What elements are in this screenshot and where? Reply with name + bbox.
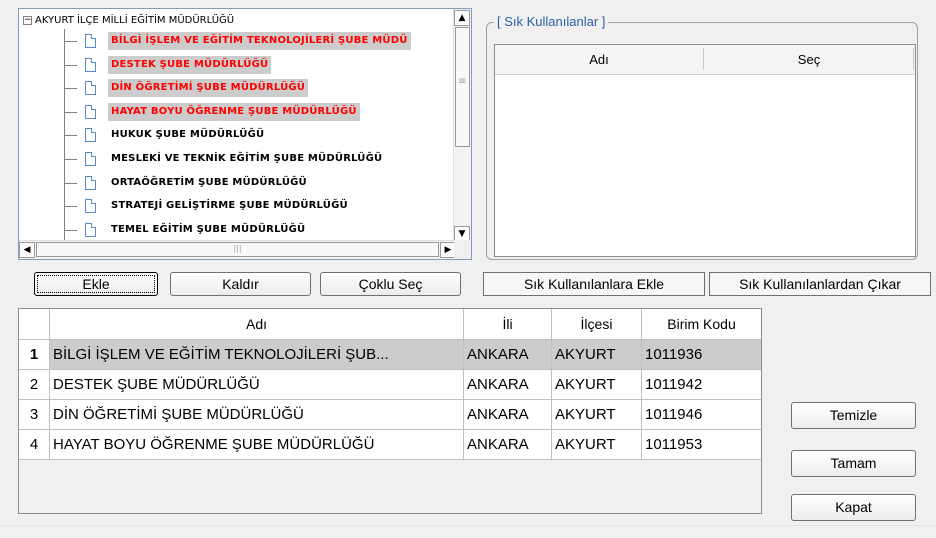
- grid-corner-header: [19, 309, 50, 340]
- add-to-favorites-button[interactable]: Sık Kullanılanlara Ekle: [483, 272, 705, 296]
- scroll-left-icon[interactable]: ◀: [19, 242, 35, 258]
- scroll-up-icon[interactable]: ▲: [454, 10, 470, 26]
- tree-item[interactable]: ORTAÖĞRETİM ŞUBE MÜDÜRLÜĞÜ: [108, 174, 310, 192]
- close-button-label: Kapat: [835, 499, 872, 515]
- remove-from-favorites-label: Sık Kullanılanlardan Çıkar: [739, 276, 901, 292]
- grid-header-province[interactable]: İli: [464, 309, 552, 340]
- favorites-title: [ Sık Kullanılanlar ]: [494, 13, 609, 31]
- row-number[interactable]: 1: [19, 340, 50, 370]
- remove-button[interactable]: Kaldır: [170, 272, 311, 296]
- tree-branch-line: [65, 64, 77, 66]
- ok-button[interactable]: Tamam: [791, 450, 916, 477]
- column-divider: [913, 48, 914, 70]
- tree-branch-line: [65, 41, 77, 42]
- favorites-col-select[interactable]: Seç: [704, 45, 914, 74]
- document-icon: [85, 81, 96, 96]
- document-icon: [85, 222, 96, 237]
- document-icon: [85, 104, 96, 119]
- table-row[interactable]: 3 DİN ÖĞRETİMİ ŞUBE MÜDÜRLÜĞÜ ANKARA AKYURT…: [19, 400, 761, 430]
- document-icon: [85, 34, 96, 48]
- table-row[interactable]: 4 HAYAT BOYU ÖĞRENME ŞUBE MÜDÜRLÜĞÜ ANKARA…: [19, 430, 761, 460]
- ok-button-label: Tamam: [830, 455, 877, 471]
- selected-units-grid[interactable]: Adı İli İlçesi Birim Kodu 1 BİLGİ İŞLEM V…: [18, 308, 762, 514]
- multi-select-button-label: Çoklu Seç: [358, 276, 423, 292]
- close-button[interactable]: Kapat: [791, 494, 916, 521]
- tree-item[interactable]: HUKUK ŞUBE MÜDÜRLÜĞÜ: [108, 126, 267, 144]
- document-icon: [85, 57, 96, 72]
- tree-item[interactable]: BİLGİ İŞLEM VE EĞİTİM TEKNOLOJİLERİ ŞUBE…: [108, 32, 411, 50]
- grid-cell-unit-code[interactable]: 1011946: [642, 400, 761, 430]
- tree-vertical-scrollbar[interactable]: ▲ ▼: [453, 9, 471, 242]
- row-number[interactable]: 4: [19, 430, 50, 460]
- grid-cell-unit-code[interactable]: 1011936: [642, 340, 761, 370]
- tree-item[interactable]: TEMEL EĞİTİM ŞUBE MÜDÜRLÜĞÜ: [108, 221, 308, 239]
- table-row[interactable]: 1 BİLGİ İŞLEM VE EĞİTİM TEKNOLOJİLERİ ŞUB…: [19, 340, 761, 370]
- tree-item[interactable]: STRATEJİ GELİŞTİRME ŞUBE MÜDÜRLÜĞÜ: [108, 197, 351, 215]
- tree-branch-line: [65, 206, 77, 208]
- grid-cell-district[interactable]: AKYURT: [552, 370, 642, 400]
- tree-branch-line: [65, 159, 77, 160]
- scroll-thumb[interactable]: [455, 27, 470, 147]
- add-button[interactable]: Ekle: [34, 272, 158, 296]
- grid-cell-district[interactable]: AKYURT: [552, 430, 642, 460]
- table-row[interactable]: 2 DESTEK ŞUBE MÜDÜRLÜĞÜ ANKARA AKYURT 101194…: [19, 370, 761, 400]
- document-icon: [85, 152, 96, 166]
- tree-branch-line: [65, 229, 77, 231]
- tree-connector-line: [64, 29, 65, 249]
- remove-from-favorites-button[interactable]: Sık Kullanılanlardan Çıkar: [709, 272, 931, 296]
- window-bottom-edge: [0, 525, 936, 538]
- grid-cell-unit-code[interactable]: 1011953: [642, 430, 761, 460]
- grid-cell-unit-code[interactable]: 1011942: [642, 370, 761, 400]
- favorites-header: Adı Seç: [495, 45, 915, 75]
- unit-tree[interactable]: − AKYURT İLÇE MİLLİ EĞİTİM MÜDÜRLÜĞÜ BİLG…: [18, 8, 472, 260]
- favorites-table[interactable]: Adı Seç: [494, 44, 916, 257]
- grid-cell-name[interactable]: DESTEK ŞUBE MÜDÜRLÜĞÜ: [50, 370, 464, 400]
- add-to-favorites-label: Sık Kullanılanlara Ekle: [523, 276, 665, 292]
- grid-cell-name[interactable]: BİLGİ İŞLEM VE EĞİTİM TEKNOLOJİLERİ ŞUB.…: [50, 340, 464, 370]
- tree-horizontal-scrollbar[interactable]: ◀ ||| ▶: [19, 240, 456, 259]
- add-button-label: Ekle: [82, 276, 110, 292]
- tree-branch-line: [65, 182, 77, 184]
- scroll-thumb-horizontal[interactable]: |||: [36, 242, 439, 257]
- grid-cell-province[interactable]: ANKARA: [464, 370, 552, 400]
- remove-button-label: Kaldır: [222, 276, 259, 292]
- tree-branch-line: [65, 135, 77, 137]
- tree-branch-line: [65, 88, 77, 90]
- grid-cell-province[interactable]: ANKARA: [464, 400, 552, 430]
- document-icon: [85, 199, 96, 214]
- scrollbar-corner: [454, 240, 471, 259]
- grid-cell-name[interactable]: DİN ÖĞRETİMİ ŞUBE MÜDÜRLÜĞÜ: [50, 400, 464, 430]
- row-number[interactable]: 2: [19, 370, 50, 400]
- tree-item[interactable]: MESLEKİ VE TEKNİK EĞİTİM ŞUBE MÜDÜRLÜĞÜ: [108, 150, 385, 168]
- tree-item[interactable]: DİN ÖĞRETİMİ ŞUBE MÜDÜRLÜĞÜ: [108, 79, 309, 98]
- document-icon: [85, 128, 96, 143]
- grid-cell-district[interactable]: AKYURT: [552, 340, 642, 370]
- grid-cell-name[interactable]: HAYAT BOYU ÖĞRENME ŞUBE MÜDÜRLÜĞÜ: [50, 430, 464, 460]
- document-icon: [85, 175, 96, 190]
- tree-branch-line: [65, 111, 77, 113]
- grid-header-unit-code[interactable]: Birim Kodu: [642, 309, 761, 340]
- collapse-icon[interactable]: −: [23, 15, 32, 25]
- favorites-col-name[interactable]: Adı: [495, 45, 703, 74]
- clear-button-label: Temizle: [829, 407, 878, 423]
- tree-root[interactable]: − AKYURT İLÇE MİLLİ EĞİTİM MÜDÜRLÜĞÜ: [23, 11, 234, 31]
- tree-item[interactable]: HAYAT BOYU ÖĞRENME ŞUBE MÜDÜRLÜĞÜ: [108, 102, 360, 121]
- grid-cell-province[interactable]: ANKARA: [464, 340, 552, 370]
- tree-item[interactable]: DESTEK ŞUBE MÜDÜRLÜĞÜ: [108, 55, 272, 74]
- grid-header-district[interactable]: İlçesi: [552, 309, 642, 340]
- grid-cell-province[interactable]: ANKARA: [464, 430, 552, 460]
- row-number[interactable]: 3: [19, 400, 50, 430]
- grid-cell-district[interactable]: AKYURT: [552, 400, 642, 430]
- tree-root-label: AKYURT İLÇE MİLLİ EĞİTİM MÜDÜRLÜĞÜ: [35, 15, 235, 26]
- multi-select-button[interactable]: Çoklu Seç: [320, 272, 461, 296]
- grid-header-name[interactable]: Adı: [50, 309, 464, 340]
- clear-button[interactable]: Temizle: [791, 402, 916, 429]
